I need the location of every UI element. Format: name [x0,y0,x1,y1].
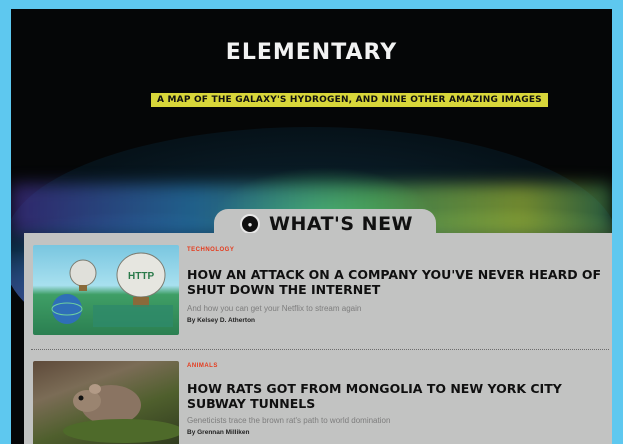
magazine-page: ELEMENTARY A MAP OF THE GALAXY'S HYDROGE… [11,9,612,444]
article-byline: By Kelsey D. Atherton [187,317,256,324]
article-dek: Geneticists trace the brown rat's path t… [187,416,391,425]
article-category[interactable]: TECHNOLOGY [187,247,234,253]
popsci-logo-icon: ● [240,214,260,234]
article-thumbnail-http-balloons[interactable]: HTTP [33,245,179,335]
article-headline[interactable]: HOW RATS GOT FROM MONGOLIA TO NEW YORK C… [187,381,607,411]
article-thumbnail-rat[interactable] [33,361,179,444]
page-title: ELEMENTARY [225,40,398,65]
article-divider [31,349,609,350]
section-title: WHAT'S NEW [269,213,414,235]
http-balloons-image: HTTP [51,252,173,327]
svg-text:HTTP: HTTP [128,271,154,282]
article-byline: By Grennan Milliken [187,429,250,436]
article-category[interactable]: ANIMALS [187,363,218,369]
article-dek: And how you can get your Netflix to stre… [187,304,362,313]
page-subtitle-highlight: A MAP OF THE GALAXY'S HYDROGEN, AND NINE… [151,93,548,107]
article-headline[interactable]: HOW AN ATTACK ON A COMPANY YOU'VE NEVER … [187,267,607,297]
brown-rat-image [63,384,179,443]
